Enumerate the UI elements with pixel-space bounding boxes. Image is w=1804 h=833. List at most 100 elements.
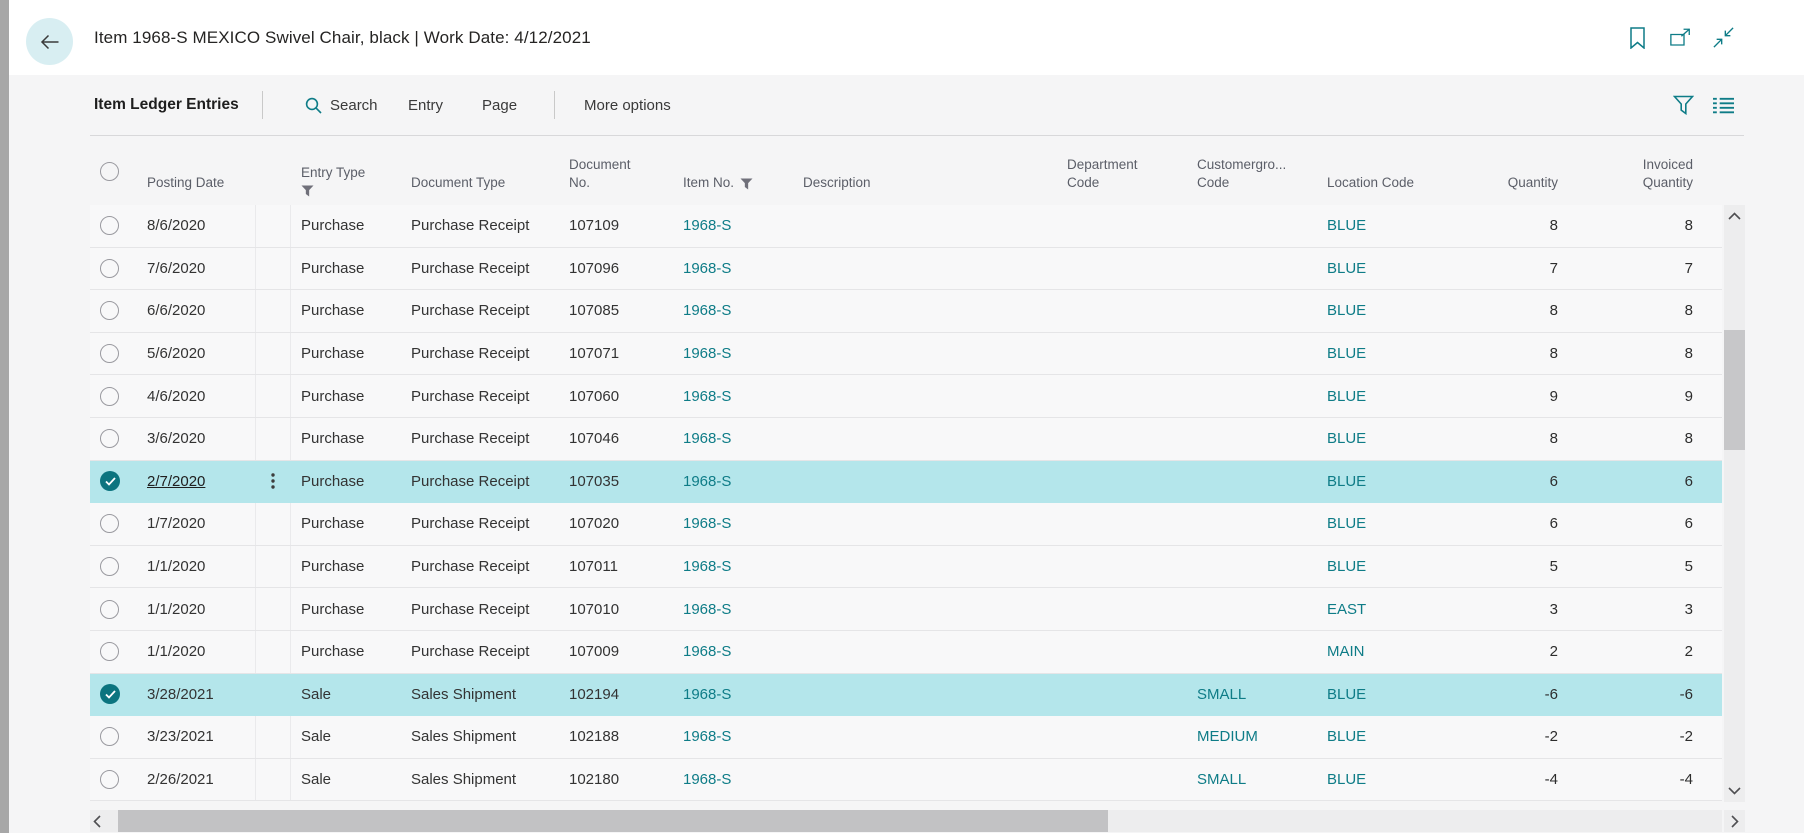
entry-type-cell[interactable]: Purchase [291,631,401,673]
department-code-cell[interactable] [1059,248,1189,290]
document-type-cell[interactable]: Sales Shipment [401,759,561,801]
department-code-cell[interactable] [1059,375,1189,417]
row-radio[interactable] [100,386,119,406]
customergroup-code-link[interactable] [1189,503,1319,545]
posting-date-cell[interactable]: 5/6/2020 [137,333,255,375]
table-row[interactable]: 7/6/2020 Purchase Purchase Receipt 10709… [90,247,1722,291]
description-cell[interactable] [791,631,1059,673]
document-type-cell[interactable]: Purchase Receipt [401,333,561,375]
document-type-cell[interactable]: Purchase Receipt [401,290,561,332]
header-item-no[interactable]: Item No. [673,136,791,205]
description-cell[interactable] [791,418,1059,460]
horizontal-scrollbar[interactable] [90,810,1722,832]
table-row[interactable]: 3/28/2021 Sale Sales Shipment 102194 196… [90,673,1722,717]
scroll-up-icon[interactable] [1724,208,1745,224]
department-code-cell[interactable] [1059,290,1189,332]
row-select-cell[interactable] [90,248,137,290]
location-code-link[interactable]: BLUE [1319,333,1449,375]
quantity-cell[interactable]: -2 [1449,716,1564,758]
item-no-link[interactable]: 1968-S [673,631,791,673]
location-code-link[interactable]: BLUE [1319,375,1449,417]
row-select-cell[interactable] [90,418,137,460]
document-no-cell[interactable]: 107085 [561,290,673,332]
description-cell[interactable] [791,546,1059,588]
quantity-cell[interactable]: 8 [1449,290,1564,332]
item-no-link[interactable]: 1968-S [673,333,791,375]
description-cell[interactable] [791,333,1059,375]
invoiced-quantity-cell[interactable]: 6 [1564,503,1699,545]
quantity-cell[interactable]: 7 [1449,248,1564,290]
invoiced-quantity-cell[interactable]: 6 [1564,461,1699,503]
scroll-down-icon[interactable] [1724,783,1745,799]
posting-date-cell[interactable]: 8/6/2020 [137,205,255,247]
entry-type-cell[interactable]: Sale [291,716,401,758]
row-radio[interactable] [100,216,119,236]
table-row[interactable]: 1/1/2020 Purchase Purchase Receipt 10701… [90,588,1722,631]
quantity-cell[interactable]: -4 [1449,759,1564,801]
posting-date-cell[interactable]: 3/28/2021 [137,674,255,716]
header-quantity[interactable]: Quantity [1449,136,1564,205]
document-no-cell[interactable]: 107035 [561,461,673,503]
entry-type-cell[interactable]: Sale [291,759,401,801]
row-radio[interactable] [100,770,119,790]
bookmark-icon[interactable] [1627,26,1648,49]
row-select-cell[interactable] [90,290,137,332]
select-all-radio[interactable] [100,162,119,181]
location-code-link[interactable]: BLUE [1319,674,1449,716]
item-no-link[interactable]: 1968-S [673,588,791,630]
document-type-cell[interactable]: Purchase Receipt [401,418,561,460]
department-code-cell[interactable] [1059,716,1189,758]
description-cell[interactable] [791,461,1059,503]
document-type-cell[interactable]: Purchase Receipt [401,205,561,247]
posting-date-cell[interactable]: 1/1/2020 [137,546,255,588]
row-select-cell[interactable] [90,461,137,503]
item-no-link[interactable]: 1968-S [673,418,791,460]
table-row[interactable]: 8/6/2020 Purchase Purchase Receipt 10710… [90,205,1722,248]
description-cell[interactable] [791,248,1059,290]
posting-date-cell[interactable]: 2/7/2020 [137,461,255,503]
scroll-right-icon[interactable] [1724,810,1745,832]
document-no-cell[interactable]: 107011 [561,546,673,588]
menu-entry[interactable]: Entry [408,75,443,135]
customergroup-code-link[interactable] [1189,333,1319,375]
posting-date-cell[interactable]: 4/6/2020 [137,375,255,417]
department-code-cell[interactable] [1059,461,1189,503]
document-no-cell[interactable]: 107060 [561,375,673,417]
row-select-cell[interactable] [90,759,137,801]
collapse-icon[interactable] [1713,27,1734,48]
header-document-no[interactable]: Document No. [561,136,673,205]
row-radio[interactable] [100,557,119,577]
entry-type-cell[interactable]: Purchase [291,418,401,460]
document-type-cell[interactable]: Purchase Receipt [401,461,561,503]
header-posting-date[interactable]: Posting Date [137,136,255,205]
posting-date-cell[interactable]: 3/6/2020 [137,418,255,460]
row-select-cell[interactable] [90,716,137,758]
document-type-cell[interactable]: Purchase Receipt [401,503,561,545]
header-customergroup-code[interactable]: Customergro... Code [1189,136,1319,205]
table-row[interactable]: 2/26/2021 Sale Sales Shipment 102180 196… [90,758,1722,802]
invoiced-quantity-cell[interactable]: 8 [1564,205,1699,247]
table-row[interactable]: 2/7/2020 Purchase Purchase Receipt 10703… [90,460,1722,504]
row-select-cell[interactable] [90,631,137,673]
posting-date-cell[interactable]: 3/23/2021 [137,716,255,758]
posting-date-cell[interactable]: 1/1/2020 [137,588,255,630]
entry-type-cell[interactable]: Purchase [291,290,401,332]
row-radio[interactable] [100,642,119,662]
entry-type-cell[interactable]: Purchase [291,461,401,503]
select-all-cell[interactable] [90,136,137,205]
quantity-cell[interactable]: 3 [1449,588,1564,630]
quantity-cell[interactable]: 8 [1449,333,1564,375]
document-no-cell[interactable]: 107020 [561,503,673,545]
quantity-cell[interactable]: 6 [1449,461,1564,503]
posting-date-cell[interactable]: 1/1/2020 [137,631,255,673]
department-code-cell[interactable] [1059,205,1189,247]
horizontal-scrollbar-thumb[interactable] [118,810,1108,832]
row-radio[interactable] [100,258,119,278]
customergroup-code-link[interactable] [1189,546,1319,588]
item-no-link[interactable]: 1968-S [673,205,791,247]
table-row[interactable]: 4/6/2020 Purchase Purchase Receipt 10706… [90,375,1722,418]
quantity-cell[interactable]: 6 [1449,503,1564,545]
row-radio[interactable] [100,514,119,534]
entry-type-cell[interactable]: Purchase [291,248,401,290]
invoiced-quantity-cell[interactable]: 8 [1564,333,1699,375]
